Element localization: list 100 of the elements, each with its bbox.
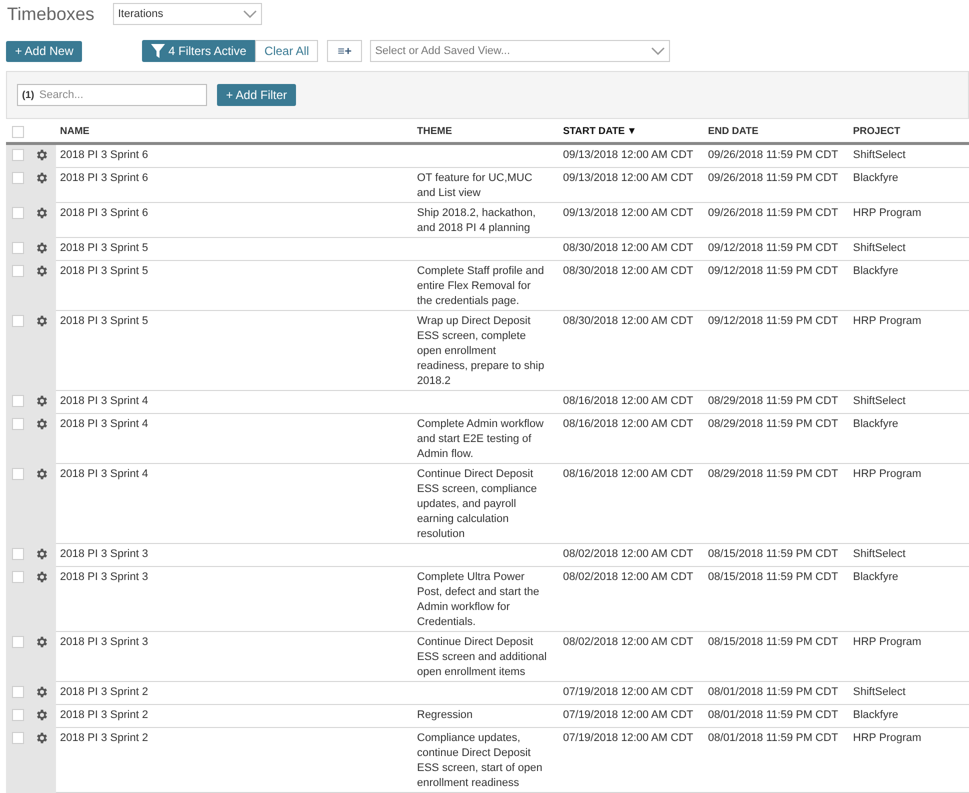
theme-cell-text: OT feature for UC,MUC and List view: [417, 171, 534, 201]
row-checkbox[interactable]: [12, 709, 24, 721]
end-date-cell: 09/12/2018 11:59 PM CDT: [708, 242, 838, 254]
name-cell: 2018 PI 3 Sprint 2: [60, 709, 148, 721]
project-cell: Blackfyre: [853, 265, 898, 277]
project-cell: Blackfyre: [853, 172, 898, 184]
gear-icon[interactable]: [35, 206, 49, 220]
theme-cell-text: Compliance updates, continue Direct Deposit ESS screen, start of open enrollment readiness: [417, 731, 544, 791]
gear-icon[interactable]: [35, 417, 49, 431]
start-date-cell: 08/30/2018 12:00 AM CDT: [563, 242, 694, 254]
start-date-cell: 09/13/2018 12:00 AM CDT: [563, 149, 694, 161]
gear-icon[interactable]: [35, 241, 49, 255]
row-checkbox[interactable]: [12, 207, 24, 219]
gear-icon[interactable]: [35, 708, 49, 722]
saved-view-select[interactable]: Select or Add Saved View...: [370, 40, 670, 62]
name-cell: 2018 PI 3 Sprint 5: [60, 265, 148, 277]
name-cell: 2018 PI 3 Sprint 3: [60, 548, 148, 560]
end-date-cell: 08/01/2018 11:59 PM CDT: [708, 709, 838, 721]
project-cell: ShiftSelect: [853, 686, 906, 698]
select-all-checkbox[interactable]: [12, 126, 24, 138]
name-cell: 2018 PI 3 Sprint 2: [60, 686, 148, 698]
gear-icon[interactable]: [35, 570, 49, 584]
column-header[interactable]: NAME: [60, 124, 90, 139]
search-input[interactable]: Search...: [39, 86, 202, 104]
gear-icon[interactable]: [35, 635, 49, 649]
gear-icon[interactable]: [35, 731, 49, 745]
gear-icon[interactable]: [35, 394, 49, 408]
row-checkbox[interactable]: [12, 548, 24, 560]
add-filter-button[interactable]: + Add Filter: [217, 84, 296, 106]
name-cell: 2018 PI 3 Sprint 4: [60, 395, 148, 407]
start-date-cell: 08/02/2018 12:00 AM CDT: [563, 636, 694, 648]
type-select[interactable]: Iterations: [113, 3, 262, 25]
gear-icon[interactable]: [35, 467, 49, 481]
filters-active-button[interactable]: 4 Filters Active: [142, 40, 256, 62]
row-checkbox[interactable]: [12, 242, 24, 254]
gear-icon[interactable]: [35, 148, 49, 162]
theme-cell-text: Continue Direct Deposit ESS screen, compliance updates, and payroll earning calculation resolution: [417, 467, 538, 542]
name-cell: 2018 PI 3 Sprint 3: [60, 571, 148, 583]
end-date-cell: 09/12/2018 11:59 PM CDT: [708, 315, 838, 327]
row-checkbox[interactable]: [12, 265, 24, 277]
project-cell: HRP Program: [853, 732, 922, 744]
column-header[interactable]: PROJECT: [853, 124, 900, 139]
end-date-cell: 08/01/2018 11:59 PM CDT: [708, 686, 838, 698]
row-checkbox[interactable]: [12, 418, 24, 430]
row-checkbox[interactable]: [12, 149, 24, 161]
filter-icon: [151, 44, 166, 58]
column-header[interactable]: THEME: [417, 124, 452, 139]
theme-cell-text: Regression: [417, 708, 474, 723]
column-header[interactable]: END DATE: [708, 124, 758, 139]
filter-count: (1): [22, 88, 34, 102]
project-cell: HRP Program: [853, 315, 922, 327]
theme-cell-text: Wrap up Direct Deposit ESS screen, complete open enrollment readiness, prepare to ship 2018.2: [417, 314, 546, 389]
name-cell: 2018 PI 3 Sprint 6: [60, 149, 148, 161]
project-cell: Blackfyre: [853, 709, 898, 721]
search-field[interactable]: (1) Search...: [17, 84, 207, 106]
row-checkbox[interactable]: [12, 732, 24, 744]
theme-cell-text: Continue Direct Deposit ESS screen and additional open enrollment items: [417, 635, 548, 680]
start-date-cell: 07/19/2018 12:00 AM CDT: [563, 709, 694, 721]
row-checkbox[interactable]: [12, 468, 24, 480]
name-cell: 2018 PI 3 Sprint 6: [60, 172, 148, 184]
gear-icon[interactable]: [35, 547, 49, 561]
theme-cell-text: Complete Ultra Power Post, defect and start the Admin workflow for Credentials.: [417, 570, 540, 630]
chevron-down-icon: [651, 47, 666, 55]
start-date-cell: 08/02/2018 12:00 AM CDT: [563, 548, 694, 560]
gear-icon[interactable]: [35, 685, 49, 699]
start-date-cell: 08/16/2018 12:00 AM CDT: [563, 468, 694, 480]
end-date-cell: 08/29/2018 11:59 PM CDT: [708, 418, 838, 430]
row-checkbox[interactable]: [12, 636, 24, 648]
name-cell: 2018 PI 3 Sprint 4: [60, 468, 148, 480]
columns-button[interactable]: ≡+: [327, 40, 362, 62]
theme-cell-text: Complete Admin workflow and start E2E testing of Admin flow.: [417, 417, 545, 462]
project-cell: HRP Program: [853, 636, 922, 648]
name-cell: 2018 PI 3 Sprint 5: [60, 242, 148, 254]
start-date-cell: 08/30/2018 12:00 AM CDT: [563, 265, 694, 277]
row-checkbox[interactable]: [12, 315, 24, 327]
end-date-cell: 09/26/2018 11:59 PM CDT: [708, 172, 838, 184]
add-new-button[interactable]: + Add New: [6, 40, 82, 62]
gear-icon[interactable]: [35, 264, 49, 278]
name-cell: 2018 PI 3 Sprint 2: [60, 732, 148, 744]
row-checkbox[interactable]: [12, 395, 24, 407]
end-date-cell: 09/12/2018 11:59 PM CDT: [708, 265, 838, 277]
clear-all-button[interactable]: Clear All: [255, 40, 318, 62]
row-checkbox[interactable]: [12, 172, 24, 184]
gear-icon[interactable]: [35, 171, 49, 185]
project-cell: ShiftSelect: [853, 242, 906, 254]
row-checkbox[interactable]: [12, 686, 24, 698]
end-date-cell: 08/29/2018 11:59 PM CDT: [708, 395, 838, 407]
end-date-cell: 08/15/2018 11:59 PM CDT: [708, 548, 838, 560]
name-cell: 2018 PI 3 Sprint 4: [60, 418, 148, 430]
project-cell: Blackfyre: [853, 418, 898, 430]
start-date-cell: 08/02/2018 12:00 AM CDT: [563, 571, 694, 583]
column-header[interactable]: START DATE ▼: [563, 124, 637, 139]
project-cell: ShiftSelect: [853, 395, 906, 407]
name-cell: 2018 PI 3 Sprint 6: [60, 207, 148, 219]
project-cell: ShiftSelect: [853, 149, 906, 161]
end-date-cell: 09/26/2018 11:59 PM CDT: [708, 149, 838, 161]
row-checkbox[interactable]: [12, 571, 24, 583]
start-date-cell: 08/16/2018 12:00 AM CDT: [563, 418, 694, 430]
gear-icon[interactable]: [35, 314, 49, 328]
project-cell: Blackfyre: [853, 571, 898, 583]
